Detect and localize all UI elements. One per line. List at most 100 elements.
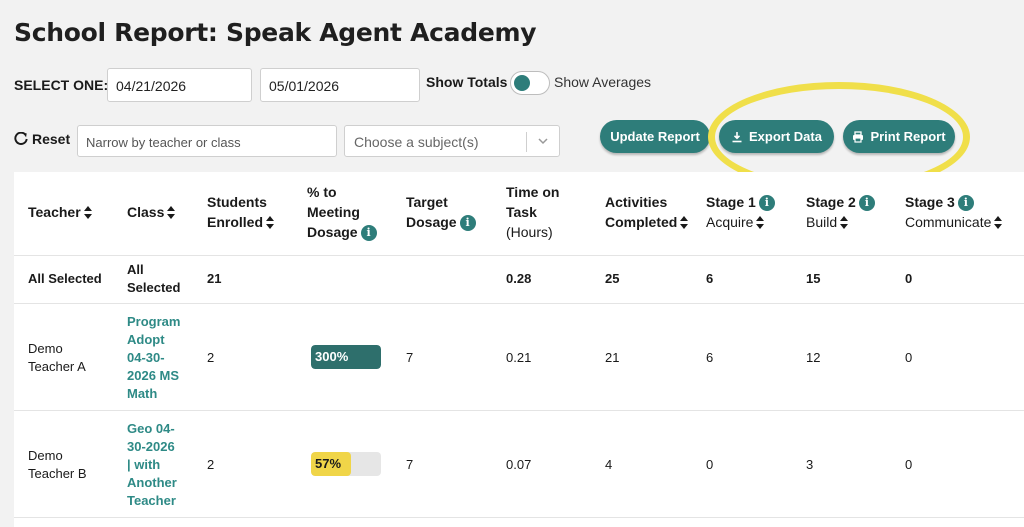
summary-row: All Selected All Selected 21 0.28 25 6 1…: [14, 256, 1024, 304]
page-title: School Report: Speak Agent Academy: [14, 18, 537, 47]
header-pct-meeting-dosage: % to Meeting Dosage i: [307, 182, 377, 242]
header-stage2-line2: Build: [806, 214, 838, 230]
sort-icon[interactable]: [840, 216, 849, 230]
info-icon[interactable]: i: [360, 225, 377, 242]
header-stage1-line1: Stage 1: [706, 194, 756, 210]
header-activities-completed[interactable]: Activities Completed: [605, 192, 689, 232]
row-students: 2: [207, 457, 215, 472]
sort-icon[interactable]: [266, 216, 275, 230]
summary-class: All Selected: [127, 261, 180, 297]
info-icon[interactable]: i: [858, 195, 875, 212]
row-teacher: Demo Teacher B: [28, 447, 87, 483]
class-line1: Program: [127, 314, 181, 329]
header-pct-line2: Meeting: [307, 204, 360, 220]
header-stage2[interactable]: Stage 2i Build: [806, 192, 875, 232]
header-target-line2: Dosage: [406, 214, 457, 230]
row-activities: 4: [605, 457, 613, 472]
class-link[interactable]: Geo 04- 30-2026 | with Another Teacher: [127, 420, 177, 510]
summary-stage1: 6: [706, 271, 714, 286]
header-pct-line1: % to: [307, 184, 337, 200]
header-stage2-line1: Stage 2: [806, 194, 856, 210]
narrow-search-input[interactable]: Narrow by teacher or class: [77, 125, 337, 157]
summary-students: 21: [207, 271, 222, 286]
header-time-line1: Time on: [506, 184, 560, 200]
row-time: 0.21: [506, 350, 532, 365]
toggle-knob: [514, 75, 530, 91]
subject-placeholder: Choose a subject(s): [354, 134, 479, 150]
class-line5: Teacher: [127, 493, 176, 508]
header-students-line2: Enrolled: [207, 214, 264, 230]
teacher-line1: Demo: [28, 341, 63, 356]
summary-activities: 25: [605, 271, 620, 286]
header-pct-line3: Dosage: [307, 224, 358, 240]
class-line4: Another: [127, 475, 177, 490]
dosage-percent: 300%: [315, 349, 349, 364]
header-time-on-task: Time on Task (Hours): [506, 182, 559, 242]
header-stage1[interactable]: Stage 1i Acquire: [706, 192, 775, 232]
header-target-line1: Target: [406, 194, 448, 210]
update-report-button[interactable]: Update Report: [600, 120, 710, 153]
dosage-percent: 57%: [315, 456, 342, 471]
summary-teacher: All Selected: [28, 271, 102, 286]
header-activities-line1: Activities: [605, 194, 668, 210]
teacher-line2: Teacher B: [28, 466, 87, 481]
header-time-line2: Task: [506, 204, 537, 220]
header-teacher[interactable]: Teacher: [28, 202, 92, 222]
sort-icon[interactable]: [994, 216, 1003, 230]
download-icon: [732, 131, 742, 142]
start-date-input[interactable]: 04/21/2026: [107, 68, 252, 102]
teacher-line2: Teacher A: [28, 359, 86, 374]
sort-icon[interactable]: [680, 216, 689, 230]
table-row: Demo Teacher B Geo 04- 30-2026 | with An…: [14, 411, 1024, 518]
chevron-down-icon: [538, 138, 548, 145]
row-students: 2: [207, 350, 215, 365]
info-icon[interactable]: i: [957, 195, 974, 212]
export-data-label: Export Data: [749, 129, 822, 144]
row-stage2: 12: [806, 350, 821, 365]
report-table: Teacher Class Students Enrolled % to Mee…: [14, 172, 1024, 527]
header-activities-line2: Completed: [605, 214, 678, 230]
totals-averages-toggle[interactable]: [510, 71, 550, 95]
export-data-button[interactable]: Export Data: [719, 120, 834, 153]
subject-select[interactable]: Choose a subject(s): [344, 125, 560, 157]
header-class-label: Class: [127, 204, 165, 220]
select-one-label: SELECT ONE:: [14, 77, 109, 93]
update-report-label: Update Report: [610, 129, 700, 144]
header-stage3[interactable]: Stage 3i Communicate: [905, 192, 1003, 232]
class-line2: 30-2026: [127, 439, 175, 454]
table-header: Teacher Class Students Enrolled % to Mee…: [14, 172, 1024, 256]
row-target: 7: [406, 457, 414, 472]
print-report-label: Print Report: [870, 129, 946, 144]
header-teacher-label: Teacher: [28, 204, 81, 220]
class-line1: Geo 04-: [127, 421, 175, 436]
print-report-button[interactable]: Print Report: [843, 120, 955, 153]
header-students-line1: Students: [207, 194, 267, 210]
header-target-dosage[interactable]: Target Dosage i: [406, 192, 476, 232]
reset-button[interactable]: Reset: [14, 131, 70, 147]
summary-class-line2: Selected: [127, 280, 181, 295]
refresh-icon: [14, 132, 28, 145]
row-activities: 21: [605, 350, 620, 365]
sort-icon[interactable]: [167, 206, 176, 220]
header-stage3-line1: Stage 3: [905, 194, 955, 210]
info-icon[interactable]: i: [758, 195, 775, 212]
teacher-line1: Demo: [28, 448, 63, 463]
row-stage3: 0: [905, 457, 913, 472]
header-stage3-line2: Communicate: [905, 214, 992, 230]
row-stage1: 0: [706, 457, 714, 472]
info-icon[interactable]: i: [459, 215, 476, 232]
class-line5: Math: [127, 386, 158, 401]
sort-icon[interactable]: [83, 206, 92, 220]
select-separator: [526, 132, 527, 152]
class-link[interactable]: Program Adopt 04-30- 2026 MS Math: [127, 313, 180, 403]
class-line4: 2026 MS: [127, 368, 180, 383]
sort-icon[interactable]: [756, 216, 765, 230]
header-class[interactable]: Class: [127, 202, 176, 222]
show-totals-label: Show Totals: [426, 74, 508, 90]
class-line3: | with: [127, 457, 161, 472]
summary-time: 0.28: [506, 271, 532, 286]
row-stage3: 0: [905, 350, 913, 365]
end-date-input[interactable]: 05/01/2026: [260, 68, 420, 102]
header-students-enrolled[interactable]: Students Enrolled: [207, 192, 275, 232]
class-line2: Adopt: [127, 332, 165, 347]
